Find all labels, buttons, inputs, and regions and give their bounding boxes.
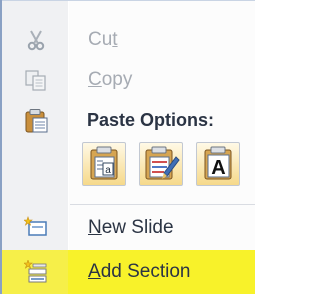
menu-item-label: Copy <box>88 69 133 90</box>
paste-keep-formatting-icon <box>145 146 180 180</box>
menu-item-label: Add Section <box>88 261 191 282</box>
scissors-icon <box>24 28 48 52</box>
paste-destination-icon: a <box>90 146 118 180</box>
new-slide-icon <box>23 216 48 240</box>
menu-item-cut[interactable]: Cut <box>2 18 255 62</box>
add-section-icon <box>23 259 48 284</box>
menu-item-new-slide[interactable]: New Slide <box>2 206 255 250</box>
svg-text:A: A <box>211 157 225 179</box>
context-menu: Cut Copy Paste Options: a A New Slide Ad… <box>0 0 255 294</box>
menu-item-label: New Slide <box>88 217 174 238</box>
paste-use-destination-theme-button[interactable]: a <box>82 142 126 186</box>
menu-item-add-section[interactable]: Add Section <box>2 250 255 294</box>
menu-border-top <box>0 0 255 1</box>
menu-item-label: Cut <box>88 29 118 50</box>
menu-item-copy[interactable]: Copy <box>2 58 255 102</box>
clipboard-icon <box>24 108 48 133</box>
menu-separator <box>70 204 255 205</box>
svg-text:a: a <box>105 165 111 176</box>
paste-keep-source-formatting-button[interactable] <box>139 142 183 186</box>
paste-options-label: Paste Options: <box>87 110 215 130</box>
paste-text-only-icon: A <box>204 146 232 180</box>
copy-icon <box>24 68 48 92</box>
paste-keep-text-only-button[interactable]: A <box>196 142 240 186</box>
